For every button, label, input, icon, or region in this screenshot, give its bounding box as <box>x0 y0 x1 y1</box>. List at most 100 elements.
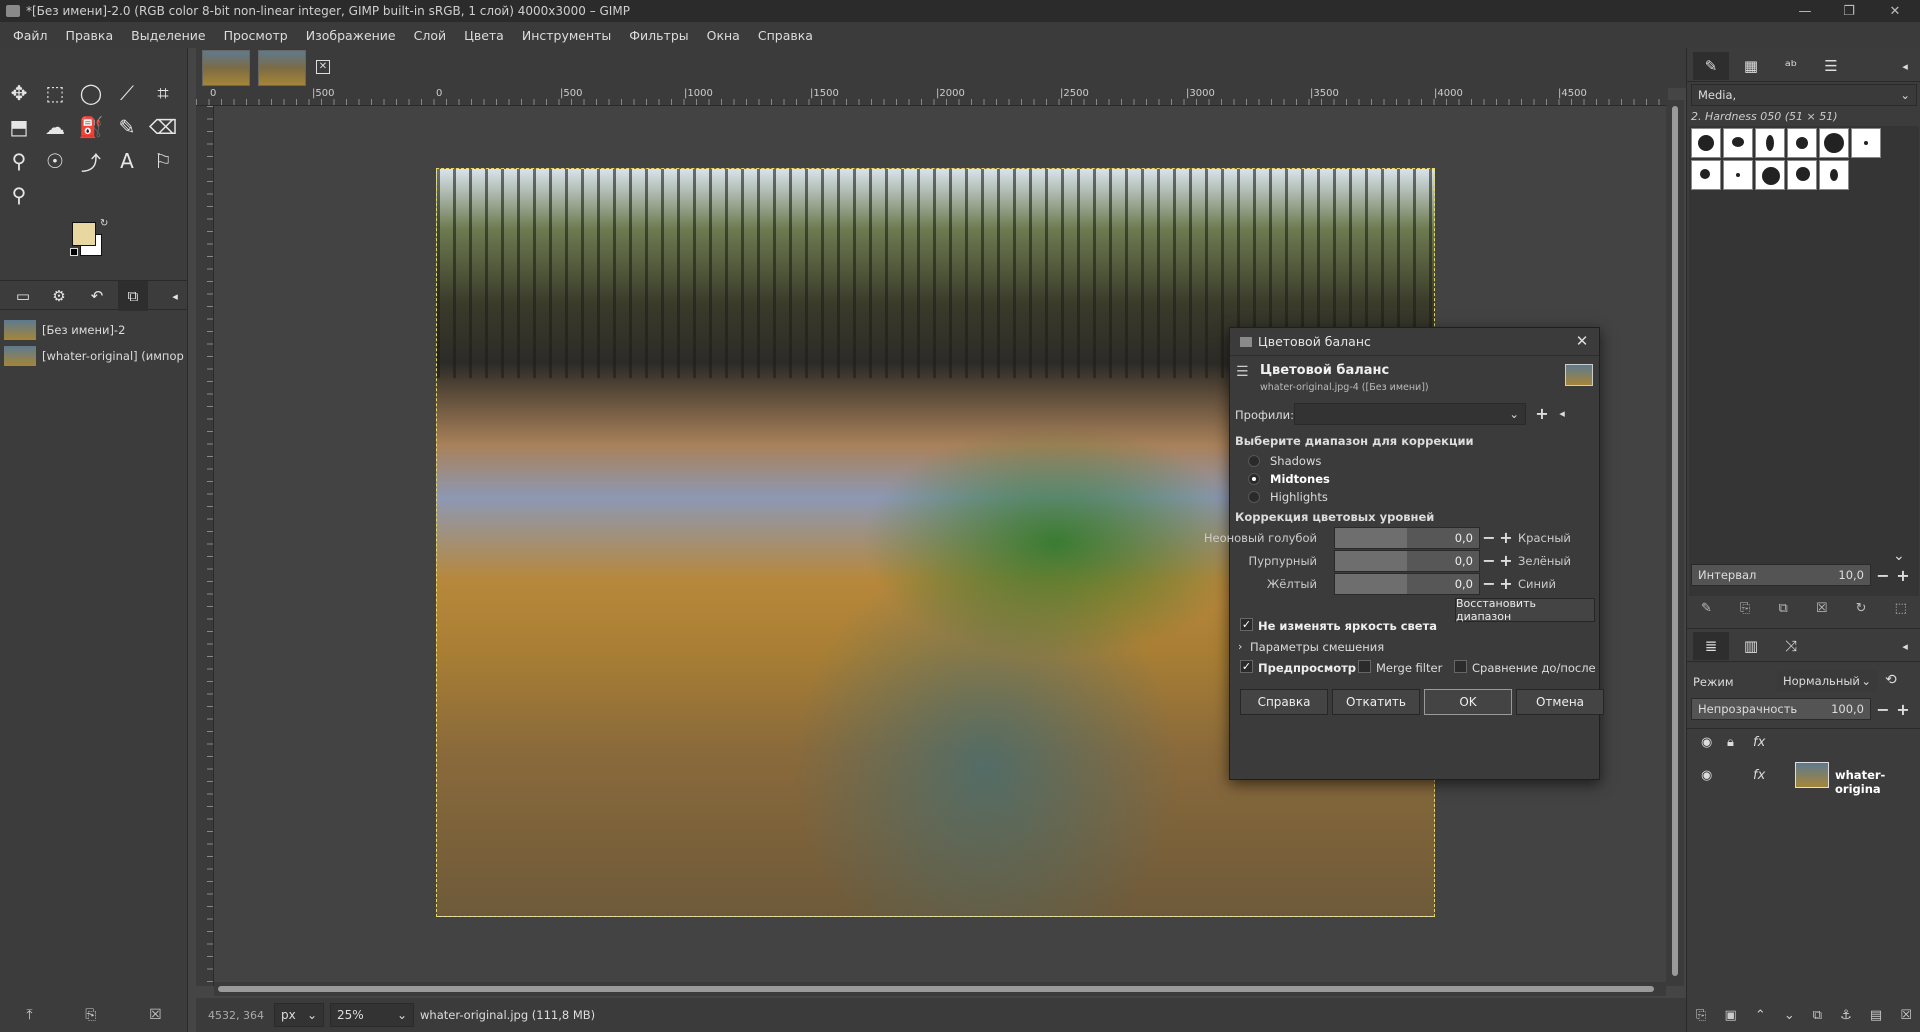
bucket-fill-tool-icon[interactable]: ⛽ <box>76 112 106 142</box>
lasso-tool-icon[interactable]: ◯ <box>76 78 106 108</box>
open-brush-icon[interactable]: ⬚ <box>1895 601 1907 616</box>
chevron-right-icon[interactable]: › <box>1238 640 1242 653</box>
horizontal-scrollbar[interactable] <box>214 982 1666 996</box>
preview-checkbox[interactable]: ✓ <box>1240 660 1253 673</box>
vertical-scrollbar[interactable] <box>1666 100 1684 986</box>
effects-icon[interactable]: fx <box>1753 735 1765 750</box>
horizontal-ruler[interactable]: 0 |500 0 |500 |1000 |1500 |2000 |2500 |3… <box>196 88 1668 106</box>
paths-tool-icon[interactable]: ⤴ <box>76 146 106 176</box>
rect-select-tool-icon[interactable]: ⬚ <box>40 78 70 108</box>
mode-select[interactable]: Нормальный ⌄ <box>1777 670 1877 692</box>
lock-icon[interactable]: 🔒︎ <box>1727 735 1734 750</box>
shadows-label[interactable]: Shadows <box>1270 454 1321 468</box>
cyan-red-slider[interactable]: 0,0 <box>1334 527 1480 549</box>
anchor-layer-icon[interactable]: ⚓︎ <box>1840 1008 1852 1023</box>
highlights-label[interactable]: Highlights <box>1270 490 1328 504</box>
midtones-label[interactable]: Midtones <box>1270 472 1330 486</box>
plus-icon[interactable]: + <box>1895 566 1911 586</box>
split-view-checkbox[interactable] <box>1454 660 1467 673</box>
brush-category-select[interactable]: Media, ⌄ <box>1691 84 1917 106</box>
image-list-item[interactable]: [whater-original] (импорти <box>4 344 184 368</box>
spacing-field[interactable]: Интервал 10,0 <box>1691 564 1871 586</box>
preview-label[interactable]: Предпросмотр <box>1258 661 1356 675</box>
panel-menu-icon[interactable]: ◂ <box>1887 632 1920 660</box>
brush-thumbnail[interactable] <box>1787 160 1817 190</box>
device-status-tab-icon[interactable]: ⚙ <box>44 281 74 311</box>
minus-icon[interactable]: − <box>1481 574 1497 594</box>
profile-menu-icon[interactable]: ◂ <box>1554 404 1570 424</box>
delete-image-icon[interactable]: ☒ <box>149 1007 162 1023</box>
brush-thumbnail[interactable] <box>1691 160 1721 190</box>
raise-layer-icon[interactable]: ⌃ <box>1755 1008 1766 1023</box>
effects-icon[interactable]: fx <box>1753 768 1765 783</box>
minus-icon[interactable]: − <box>1481 551 1497 571</box>
brushes-tab-icon[interactable]: ✎ <box>1693 52 1729 80</box>
delete-layer-icon[interactable]: ☒ <box>1900 1008 1912 1023</box>
minimize-icon[interactable]: — <box>1782 0 1828 22</box>
edit-brush-icon[interactable]: ✎ <box>1701 601 1712 616</box>
menu-colors[interactable]: Цвета <box>455 28 513 43</box>
plus-icon[interactable]: + <box>1498 551 1514 571</box>
channels-tab-icon[interactable]: ▥ <box>1733 632 1769 660</box>
plus-icon[interactable]: + <box>1498 528 1514 548</box>
raise-view-icon[interactable]: ⤒ <box>26 1007 32 1023</box>
new-layer-icon[interactable]: ⎘ <box>1696 1008 1706 1023</box>
close-tab-icon[interactable]: ✕ <box>316 60 330 74</box>
default-colors-icon[interactable] <box>70 248 78 256</box>
profiles-select[interactable]: ⌄ <box>1294 403 1526 425</box>
minus-icon[interactable]: − <box>1875 566 1891 586</box>
swap-colors-icon[interactable]: ↻ <box>100 218 108 229</box>
image-tab[interactable] <box>202 50 250 86</box>
cancel-button[interactable]: Отмена <box>1516 689 1604 715</box>
visibility-icon[interactable]: ◉ <box>1701 735 1712 750</box>
mode-switch-icon[interactable]: ⟲ <box>1885 672 1897 688</box>
text-tool-icon[interactable]: A <box>112 146 142 176</box>
reset-button[interactable]: Откатить <box>1332 689 1420 715</box>
menu-help[interactable]: Справка <box>749 28 822 43</box>
paths-tab-icon[interactable]: ⤨ <box>1773 632 1809 660</box>
paintbrush-tool-icon[interactable]: ✎ <box>112 112 142 142</box>
brush-thumbnail[interactable] <box>1723 160 1753 190</box>
reset-range-button[interactable]: Восстановить диапазон <box>1455 597 1595 623</box>
fonts-tab-icon[interactable]: ᵃᵇ <box>1773 52 1809 80</box>
new-brush-icon[interactable]: ⎘ <box>1740 601 1750 616</box>
menu-windows[interactable]: Окна <box>698 28 749 43</box>
transform-tool-icon[interactable]: ⬒ <box>4 112 34 142</box>
brush-thumbnail[interactable] <box>1787 128 1817 158</box>
image-tab[interactable] <box>258 50 306 86</box>
brush-thumbnail[interactable] <box>1851 128 1881 158</box>
layers-tab-icon[interactable]: ≣ <box>1693 632 1729 660</box>
merge-filter-label[interactable]: Merge filter <box>1376 661 1442 675</box>
chevron-down-icon[interactable]: ⌄ <box>1893 548 1905 564</box>
ok-button[interactable]: OK <box>1424 689 1512 715</box>
merge-filter-checkbox[interactable] <box>1358 660 1371 673</box>
menu-file[interactable]: Файл <box>4 28 57 43</box>
menu-select[interactable]: Выделение <box>122 28 214 43</box>
layer-row[interactable]: ◉ fx whater-origina <box>1687 760 1920 796</box>
menu-image[interactable]: Изображение <box>297 28 405 43</box>
new-view-icon[interactable]: ⎘ <box>85 1007 96 1023</box>
magenta-green-slider[interactable]: 0,0 <box>1334 550 1480 572</box>
tool-options-tab-icon[interactable]: ▭ <box>8 281 38 311</box>
add-profile-icon[interactable]: + <box>1534 404 1550 424</box>
midtones-radio[interactable] <box>1248 473 1260 485</box>
images-tab-icon[interactable]: ⧉ <box>118 281 148 311</box>
foreground-color-swatch[interactable] <box>72 222 96 246</box>
clone-tool-icon[interactable]: ⚲ <box>4 146 34 176</box>
plus-icon[interactable]: + <box>1895 700 1911 720</box>
brush-thumbnail[interactable] <box>1755 160 1785 190</box>
fuzzy-select-tool-icon[interactable]: ⟋ <box>112 78 142 108</box>
smudge-tool-icon[interactable]: ☉ <box>40 146 70 176</box>
menu-view[interactable]: Просмотр <box>215 28 297 43</box>
close-icon[interactable]: ✕ <box>1573 332 1591 350</box>
split-view-label[interactable]: Сравнение до/после <box>1472 661 1596 675</box>
menu-layer[interactable]: Слой <box>405 28 456 43</box>
brush-thumbnail[interactable] <box>1755 128 1785 158</box>
yellow-blue-slider[interactable]: 0,0 <box>1334 573 1480 595</box>
preserve-luminosity-label[interactable]: Не изменять яркость света <box>1258 619 1437 633</box>
zoom-select[interactable]: 25% ⌄ <box>330 1003 414 1027</box>
duplicate-brush-icon[interactable]: ⧉ <box>1779 601 1788 616</box>
close-window-icon[interactable]: ✕ <box>1872 0 1918 22</box>
brush-thumbnail[interactable] <box>1819 128 1849 158</box>
minus-icon[interactable]: − <box>1481 528 1497 548</box>
